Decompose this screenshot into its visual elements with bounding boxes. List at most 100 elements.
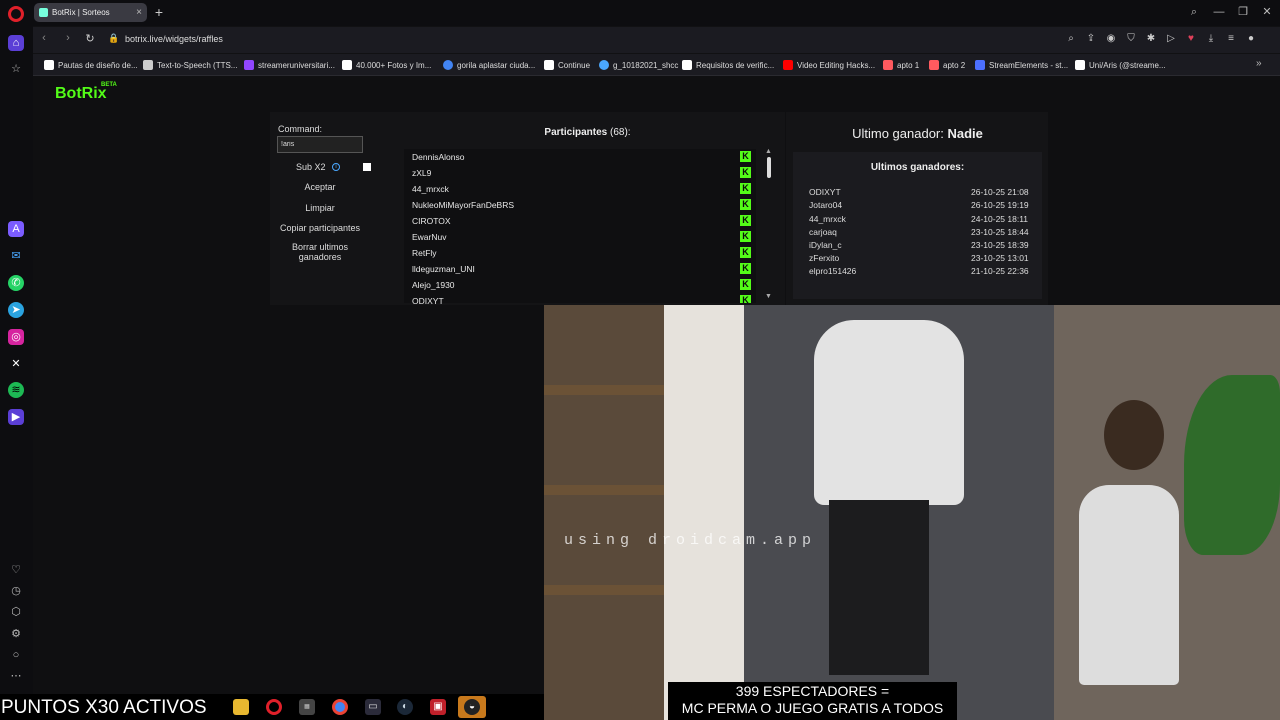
obs-icon[interactable]: ◒ — [464, 699, 480, 715]
opera-taskbar-icon[interactable] — [266, 699, 282, 715]
file-explorer-icon[interactable] — [233, 699, 249, 715]
settings-gear-icon[interactable]: ⚙ — [8, 626, 24, 642]
x-icon[interactable]: ✕ — [8, 356, 24, 372]
bookmark-item[interactable]: 40.000+ Fotos y Im... — [342, 58, 431, 72]
restore-button[interactable]: ❐ — [1233, 4, 1253, 20]
app-icon[interactable]: ▦ — [299, 699, 315, 715]
copy-participants-button[interactable]: Copiar participantes — [277, 223, 363, 233]
person-standing — [1079, 485, 1179, 685]
camera-icon[interactable]: ◉ — [1104, 32, 1118, 46]
bookmark-item[interactable]: g_10182021_shcc — [599, 58, 678, 72]
scroll-up-icon[interactable]: ▲ — [765, 148, 772, 155]
bookmark-item[interactable]: Pautas de diseño de... — [44, 58, 138, 72]
info-icon[interactable]: i — [332, 163, 340, 171]
winner-date: 26-10-25 21:08 — [971, 187, 1029, 197]
sub-x2-checkbox[interactable] — [363, 163, 371, 171]
play-icon[interactable]: ▷ — [1164, 32, 1178, 46]
winner-name: zFerxito — [809, 253, 840, 263]
heart-outline-icon[interactable]: ♡ — [8, 562, 24, 578]
bookmark-item[interactable]: Continue — [544, 58, 590, 72]
winners-title: Ultimos ganadores: — [870, 162, 965, 173]
instagram-icon[interactable]: ◎ — [8, 329, 24, 345]
webcam-overlay: using droidcam.app — [544, 305, 1280, 720]
forward-icon[interactable]: › — [61, 32, 75, 44]
participant-name: zXL9 — [412, 168, 432, 178]
tab-favicon-icon — [39, 8, 48, 17]
download-icon[interactable]: ⤓ — [1204, 32, 1218, 46]
accept-button[interactable]: Aceptar — [277, 182, 363, 192]
participant-name: lldeguzman_UNI — [412, 264, 475, 274]
lightbulb-icon[interactable]: ○ — [8, 647, 24, 663]
bookmarks-more-icon[interactable]: » — [1256, 58, 1262, 69]
bookmark-item[interactable]: gorila aplastar ciuda... — [443, 58, 535, 72]
lock-icon[interactable]: 🔒 — [108, 33, 119, 44]
messenger-icon[interactable]: ✉ — [8, 248, 24, 264]
share-icon[interactable]: ⇪ — [1084, 32, 1098, 46]
command-input[interactable] — [277, 136, 363, 153]
bookmark-item[interactable]: streameruniversitari... — [244, 58, 335, 72]
search-icon[interactable]: ⌕ — [1064, 32, 1078, 46]
last-winner-name: Nadie — [947, 126, 983, 141]
shelf — [544, 385, 664, 395]
title-bar — [0, 0, 1280, 26]
botrix-logo[interactable]: BotRix — [55, 85, 107, 103]
back-icon[interactable]: ‹ — [37, 32, 51, 44]
window-app-icon[interactable]: ▭ — [365, 699, 381, 715]
participant-name: NukleoMiMayorFanDeBRS — [412, 200, 515, 210]
participants-count: (68): — [610, 127, 631, 138]
delete-winners-button[interactable]: Borrar ultimos ganadores — [277, 242, 363, 262]
winner-name: iDylan_c — [809, 240, 842, 250]
menu-icon[interactable]: ≡ — [1224, 32, 1238, 46]
tab-close-icon[interactable]: × — [136, 7, 142, 18]
winner-name: ODIXYT — [809, 187, 841, 197]
minimize-button[interactable]: — — [1209, 4, 1229, 20]
chrome-icon[interactable] — [332, 699, 348, 715]
extensions-icon[interactable]: ✱ — [1144, 32, 1158, 46]
bookmark-item[interactable]: Text-to-Speech (TTS... — [143, 58, 237, 72]
player-icon[interactable]: ▶ — [8, 409, 24, 425]
winner-date: 23-10-25 18:44 — [971, 227, 1029, 237]
bookmark-item[interactable]: Video Editing Hacks... — [783, 58, 875, 72]
bookmark-icon — [599, 60, 609, 70]
bookmark-item[interactable]: apto 2 — [929, 58, 965, 72]
tab-search-icon[interactable]: ⌕ — [1184, 4, 1204, 20]
telegram-icon[interactable]: ➤ — [8, 302, 24, 318]
clear-button[interactable]: Limpiar — [277, 203, 363, 213]
heart-icon[interactable]: ♥ — [1184, 32, 1198, 46]
scroll-down-icon[interactable]: ▼ — [765, 293, 772, 300]
home-icon[interactable]: ⌂ — [8, 35, 24, 51]
bookmark-item[interactable]: StreamElements - st... — [975, 58, 1068, 72]
more-icon[interactable]: ⋯ — [8, 668, 24, 684]
profile-icon[interactable]: ● — [1244, 32, 1258, 46]
url-field[interactable]: botrix.live/widgets/raffles — [125, 34, 223, 44]
kick-badge-icon: K — [740, 247, 751, 258]
participant-name: CIROTOX — [412, 216, 451, 226]
command-label: Command: — [278, 124, 323, 134]
bookmark-icon — [342, 60, 352, 70]
bookmark-item[interactable]: Uni/Aris (@streame... — [1075, 58, 1166, 72]
steam-icon[interactable]: ◐ — [397, 699, 413, 715]
opera-logo-icon[interactable] — [8, 6, 24, 22]
history-icon[interactable]: ◷ — [8, 583, 24, 599]
bookmark-item[interactable]: apto 1 — [883, 58, 919, 72]
shelf-wall — [544, 305, 664, 720]
plant — [1184, 375, 1280, 555]
box-icon[interactable]: ⬡ — [8, 604, 24, 620]
new-tab-button[interactable]: + — [152, 4, 166, 20]
close-button[interactable]: ✕ — [1257, 4, 1277, 20]
spotify-icon[interactable]: ≋ — [8, 382, 24, 398]
speed-dial-icon[interactable]: ☆ — [8, 61, 24, 77]
browser-tab[interactable]: BotRix | Sorteos × — [34, 3, 147, 22]
kick-badge-icon: K — [740, 183, 751, 194]
whatsapp-icon[interactable]: ✆ — [8, 275, 24, 291]
participants-list[interactable] — [404, 149, 756, 303]
participant-name: ODIXYT — [412, 296, 444, 304]
red-app-icon[interactable]: ▣ — [430, 699, 446, 715]
participant-name: RetFly — [412, 248, 437, 258]
shield-icon[interactable]: ⛉ — [1124, 32, 1138, 46]
reload-icon[interactable]: ↻ — [83, 32, 97, 45]
scrollbar-thumb[interactable] — [767, 157, 771, 178]
points-ticker: PUNTOS X30 ACTIVOS — [1, 697, 207, 718]
aria-icon[interactable]: A — [8, 221, 24, 237]
bookmark-item[interactable]: Requisitos de verific... — [682, 58, 774, 72]
